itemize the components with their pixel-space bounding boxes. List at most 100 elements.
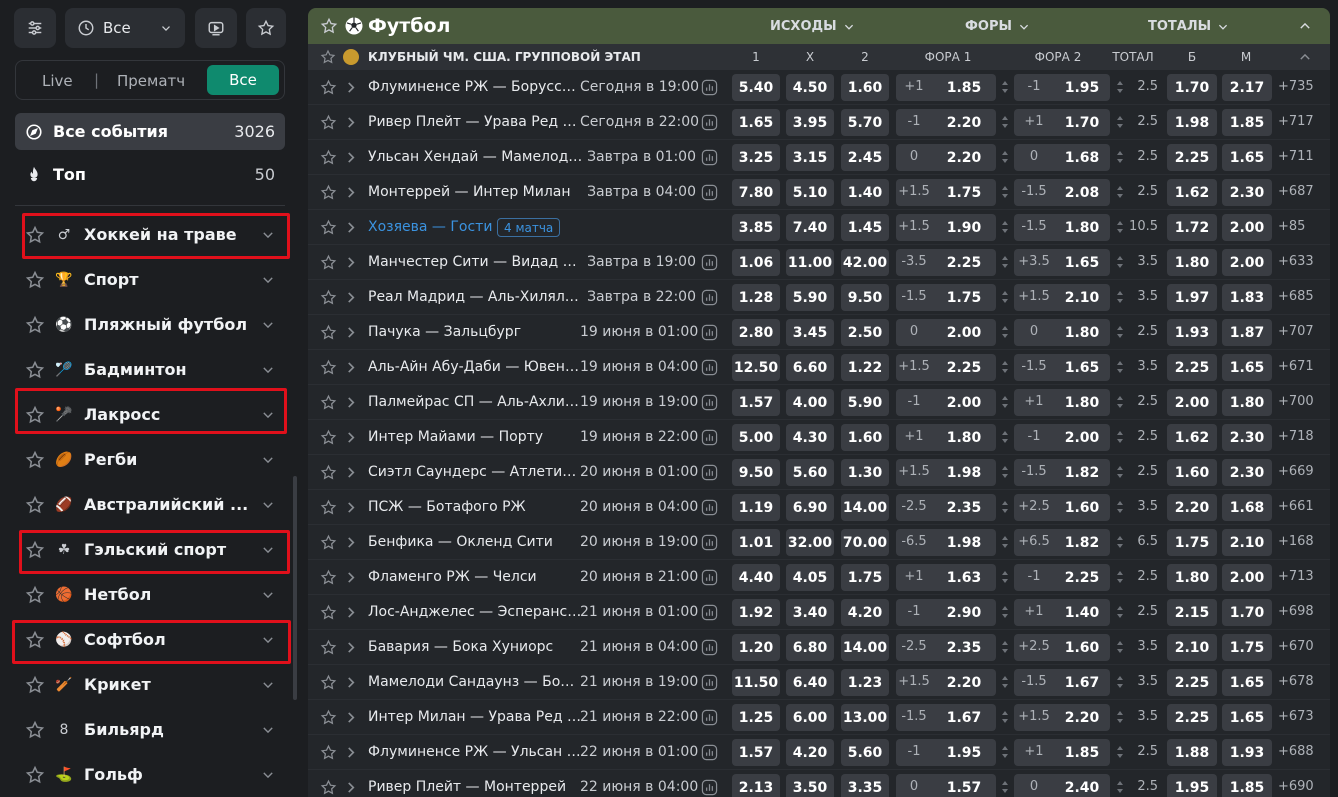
total-over-button[interactable]: 1.80 xyxy=(1167,564,1217,591)
chevron-down-icon[interactable] xyxy=(261,318,275,332)
statistics-icon[interactable] xyxy=(701,744,718,761)
odd-x-button[interactable]: 3.50 xyxy=(786,774,834,797)
star-icon[interactable] xyxy=(320,324,337,341)
handicap2-button[interactable]: -1.5 1.65 xyxy=(1014,354,1110,381)
total-under-button[interactable]: 1.70 xyxy=(1222,599,1272,626)
chevron-right-icon[interactable] xyxy=(346,571,357,584)
total-over-button[interactable]: 1.62 xyxy=(1167,424,1217,451)
match-row[interactable]: Палмейрас СП — Аль-Ахли Каир 19 июня в 19… xyxy=(308,385,1330,420)
handicap1-button[interactable]: -1.5 1.75 xyxy=(896,284,996,311)
odd-1-button[interactable]: 1.19 xyxy=(732,494,780,521)
match-teams[interactable]: Бавария — Бока Хуниорс xyxy=(368,639,583,655)
star-icon[interactable] xyxy=(320,499,337,516)
match-row[interactable]: Монтеррей — Интер Милан Завтра в 04:00 7.8… xyxy=(308,175,1330,210)
odd-x-button[interactable]: 11.00 xyxy=(786,249,834,276)
statistics-icon[interactable] xyxy=(701,289,718,306)
handicap2-button[interactable]: 0 2.40 xyxy=(1014,774,1110,797)
odd-2-button[interactable]: 5.60 xyxy=(841,739,889,766)
handicap-switch-icon[interactable] xyxy=(1001,115,1009,129)
handicap2-button[interactable]: +1.5 2.10 xyxy=(1014,284,1110,311)
more-markets-link[interactable]: +688 xyxy=(1278,744,1314,759)
odd-x-button[interactable]: 7.40 xyxy=(786,214,834,241)
chevron-down-icon[interactable] xyxy=(261,498,275,512)
match-teams[interactable]: Монтеррей — Интер Милан xyxy=(368,184,583,200)
odd-1-button[interactable]: 9.50 xyxy=(732,459,780,486)
star-icon[interactable] xyxy=(320,254,337,271)
chevron-down-icon[interactable] xyxy=(261,363,275,377)
odd-1-button[interactable]: 4.40 xyxy=(732,564,780,591)
match-teams[interactable]: Манчестер Сити — Видад Касабланка xyxy=(368,254,583,270)
handicap-switch-icon[interactable] xyxy=(1001,255,1009,269)
total-over-button[interactable]: 1.62 xyxy=(1167,179,1217,206)
handicaps-group-toggle[interactable]: ФОРЫ xyxy=(965,19,1030,34)
total-over-button[interactable]: 1.80 xyxy=(1167,249,1217,276)
sidebar-sport-item[interactable]: ♂ Хоккей на траве xyxy=(15,212,285,257)
handicap2-button[interactable]: 0 1.68 xyxy=(1014,144,1110,171)
star-icon[interactable] xyxy=(320,184,337,201)
more-markets-link[interactable]: +671 xyxy=(1278,359,1314,374)
odd-x-button[interactable]: 6.00 xyxy=(786,704,834,731)
odd-2-button[interactable]: 1.30 xyxy=(841,459,889,486)
star-icon[interactable] xyxy=(320,79,337,96)
match-row[interactable]: Реал Мадрид — Аль-Хиляль Эр-РиядЗавтра в… xyxy=(308,280,1330,315)
match-teams[interactable]: Палмейрас СП — Аль-Ахли Каир xyxy=(368,394,583,410)
statistics-icon[interactable] xyxy=(701,534,718,551)
match-row[interactable]: Аль-Айн Абу-Даби — Ювентус 19 июня в 04:0… xyxy=(308,350,1330,385)
match-teams[interactable]: Хозяева — Гости xyxy=(368,219,492,235)
statistics-icon[interactable] xyxy=(701,709,718,726)
match-row[interactable]: Сиэтл Саундерс — Атлетико Мадрид20 июня … xyxy=(308,455,1330,490)
sidebar-sport-item[interactable]: 🏈 Австралийский ... xyxy=(15,482,285,527)
odd-1-button[interactable]: 1.25 xyxy=(732,704,780,731)
more-markets-link[interactable]: +687 xyxy=(1278,184,1314,199)
odd-x-button[interactable]: 6.40 xyxy=(786,669,834,696)
match-row[interactable]: Фламенго РЖ — Челси 20 июня в 21:00 4.40 4.… xyxy=(308,560,1330,595)
odd-1-button[interactable]: 1.06 xyxy=(732,249,780,276)
star-icon[interactable] xyxy=(320,17,338,35)
match-row[interactable]: Ульсан Хендай — Мамелоди СандаунзЗавтра … xyxy=(308,140,1330,175)
total-under-button[interactable]: 1.93 xyxy=(1222,739,1272,766)
total-under-button[interactable]: 2.17 xyxy=(1222,74,1272,101)
chevron-right-icon[interactable] xyxy=(346,256,357,269)
odd-1-button[interactable]: 1.57 xyxy=(732,389,780,416)
sidebar-sport-item[interactable]: ⚽ Пляжный футбол xyxy=(15,302,285,347)
total-over-button[interactable]: 2.25 xyxy=(1167,354,1217,381)
match-row[interactable]: Бенфика — Окленд Сити 20 июня в 19:00 1.01… xyxy=(308,525,1330,560)
match-row[interactable]: Интер Милан — Урава Ред Даймондс21 июня … xyxy=(308,700,1330,735)
handicap2-button[interactable]: +1 1.40 xyxy=(1014,599,1110,626)
odd-2-button[interactable]: 1.23 xyxy=(841,669,889,696)
more-markets-link[interactable]: +711 xyxy=(1278,149,1314,164)
handicap2-button[interactable]: -1 2.00 xyxy=(1014,424,1110,451)
odd-2-button[interactable]: 9.50 xyxy=(841,284,889,311)
star-icon[interactable] xyxy=(25,630,45,650)
sidebar-sport-item[interactable]: 🥍 Лакросс xyxy=(15,392,285,437)
sidebar-sport-item[interactable]: 🏏 Крикет xyxy=(15,662,285,707)
handicap-switch-icon[interactable] xyxy=(1001,80,1009,94)
total-over-button[interactable]: 1.98 xyxy=(1167,109,1217,136)
star-icon[interactable] xyxy=(320,49,336,65)
star-icon[interactable] xyxy=(320,289,337,306)
star-icon[interactable] xyxy=(25,540,45,560)
video-button[interactable] xyxy=(195,8,237,48)
handicap-switch-icon[interactable] xyxy=(1001,780,1009,794)
chevron-right-icon[interactable] xyxy=(346,361,357,374)
odd-2-button[interactable]: 3.35 xyxy=(841,774,889,797)
match-row[interactable]: Ривер Плейт — Монтеррей 22 июня в 04:00 2.… xyxy=(308,770,1330,797)
handicap2-button[interactable]: +1 1.85 xyxy=(1014,739,1110,766)
handicap1-button[interactable]: +1.5 2.25 xyxy=(896,354,996,381)
odd-2-button[interactable]: 42.00 xyxy=(841,249,889,276)
handicap-switch-icon[interactable] xyxy=(1001,675,1009,689)
odd-2-button[interactable]: 5.90 xyxy=(841,389,889,416)
chevron-right-icon[interactable] xyxy=(346,536,357,549)
chevron-down-icon[interactable] xyxy=(261,228,275,242)
match-teams[interactable]: Пачука — Зальцбург xyxy=(368,324,583,340)
chevron-down-icon[interactable] xyxy=(261,588,275,602)
more-markets-link[interactable]: +690 xyxy=(1278,779,1314,794)
handicap1-button[interactable]: +1.5 1.98 xyxy=(896,459,996,486)
odd-2-button[interactable]: 1.40 xyxy=(841,179,889,206)
star-icon[interactable] xyxy=(25,225,45,245)
total-under-button[interactable]: 2.00 xyxy=(1222,214,1272,241)
more-markets-link[interactable]: +707 xyxy=(1278,324,1314,339)
handicap1-button[interactable]: +1 1.80 xyxy=(896,424,996,451)
chevron-down-icon[interactable] xyxy=(261,723,275,737)
chevron-down-icon[interactable] xyxy=(261,273,275,287)
